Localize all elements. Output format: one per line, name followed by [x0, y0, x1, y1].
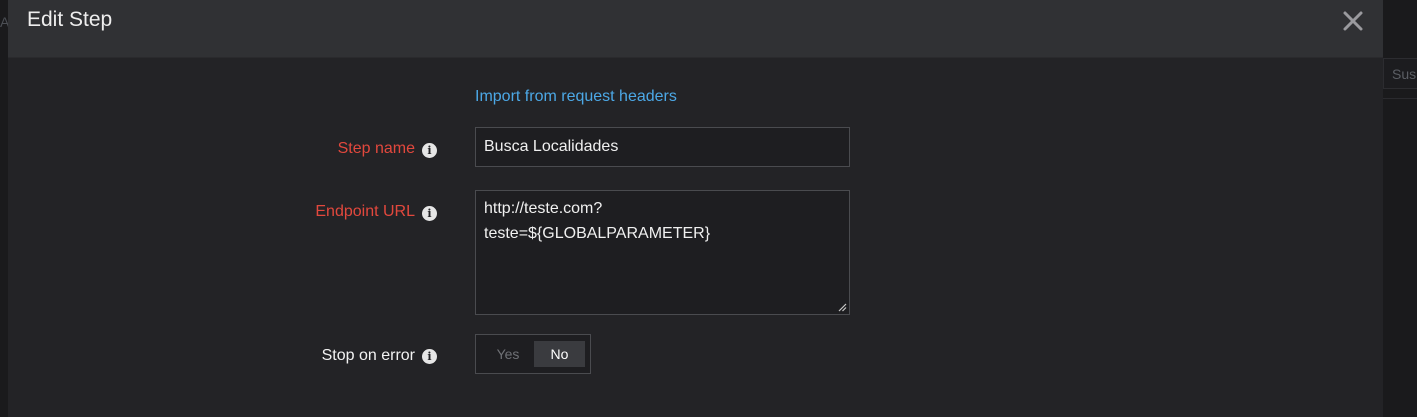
endpoint-url-label: Endpoint URL — [315, 203, 415, 220]
toggle-option-yes[interactable]: Yes — [482, 341, 534, 367]
resize-handle-icon[interactable] — [837, 302, 847, 312]
stop-on-error-toggle: Yes No — [475, 334, 591, 374]
background-divider — [1383, 98, 1417, 99]
background-field: Susp — [1383, 58, 1417, 89]
modal-header: Edit Step — [8, 0, 1383, 58]
close-icon — [1343, 11, 1363, 31]
stop-on-error-label: Stop on error — [321, 347, 415, 364]
info-icon[interactable]: i — [422, 349, 437, 364]
info-icon[interactable]: i — [422, 143, 437, 158]
step-name-label: Step name — [337, 140, 415, 157]
edit-step-modal: Edit Step Import from request headers St… — [8, 0, 1383, 417]
import-from-request-headers-link[interactable]: Import from request headers — [475, 86, 677, 108]
endpoint-url-textarea[interactable] — [475, 190, 850, 315]
info-icon[interactable]: i — [422, 206, 437, 221]
modal-title: Edit Step — [27, 8, 113, 31]
step-name-input[interactable] — [475, 127, 850, 167]
close-button[interactable] — [1340, 8, 1366, 34]
background-text: A — [0, 14, 8, 30]
toggle-option-no[interactable]: No — [534, 341, 585, 367]
